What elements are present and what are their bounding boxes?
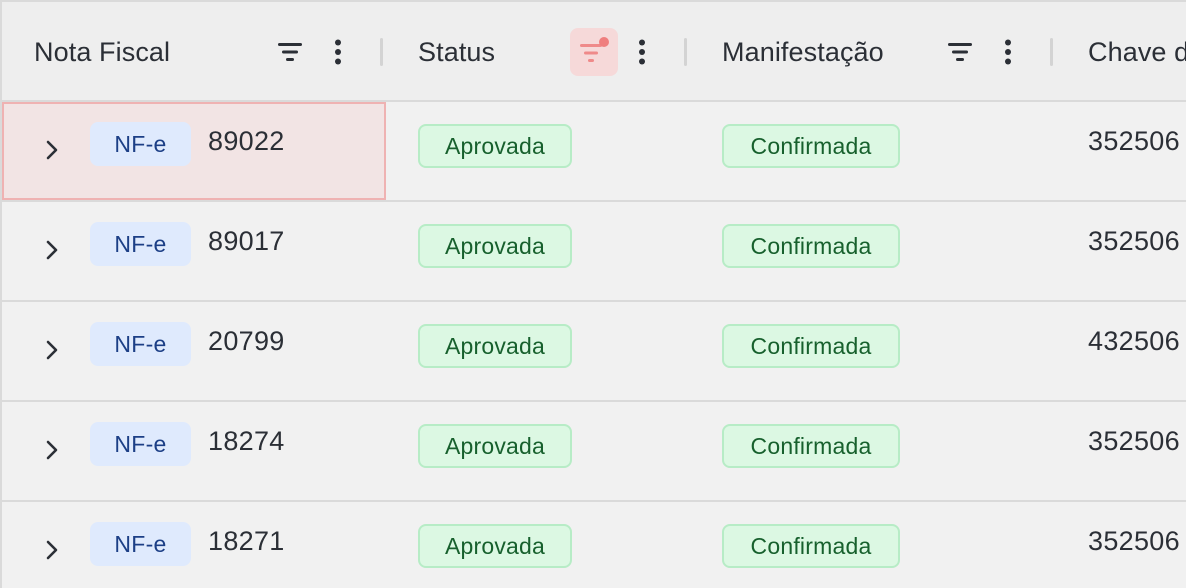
table-row[interactable]: NF-e 89022 Aprovada Confirmada 352506 (2, 102, 1186, 202)
table-row[interactable]: NF-e 20799 Aprovada Confirmada 432506 (2, 302, 1186, 402)
column-header-manifestacao[interactable]: Manifestação (722, 2, 884, 102)
column-title: Nota Fiscal (34, 36, 171, 67)
column-resize-handle[interactable] (1050, 38, 1053, 66)
doc-type-chip: NF-e (90, 322, 191, 366)
table-row[interactable]: NF-e 18271 Aprovada Confirmada 352506 (2, 502, 1186, 588)
table-row[interactable]: NF-e 89017 Aprovada Confirmada 352506 (2, 202, 1186, 302)
table-row[interactable]: NF-e 18274 Aprovada Confirmada 352506 (2, 402, 1186, 502)
chevron-right-icon[interactable] (34, 432, 70, 468)
doc-number: 20799 (208, 326, 285, 356)
doc-type-chip: NF-e (90, 422, 191, 466)
chevron-right-icon[interactable] (34, 532, 70, 568)
chave-value: 432506 (1088, 326, 1180, 356)
column-title: Chave d (1088, 36, 1186, 67)
kebab-menu-icon[interactable] (984, 28, 1032, 76)
column-resize-handle[interactable] (684, 38, 687, 66)
column-header-nota-fiscal[interactable]: Nota Fiscal (34, 2, 170, 102)
doc-type-chip: NF-e (90, 222, 191, 266)
status-badge: Aprovada (418, 224, 572, 268)
status-badge: Aprovada (418, 124, 572, 168)
filter-lines-icon[interactable] (266, 28, 314, 76)
doc-number: 89022 (208, 126, 285, 156)
column-title: Manifestação (722, 36, 884, 67)
status-badge: Aprovada (418, 524, 572, 568)
kebab-menu-icon[interactable] (314, 28, 362, 76)
column-header-chave[interactable]: Chave d (1088, 2, 1186, 102)
manifestacao-badge: Confirmada (722, 424, 900, 468)
manifestacao-badge: Confirmada (722, 524, 900, 568)
doc-type-chip: NF-e (90, 122, 191, 166)
kebab-menu-icon[interactable] (618, 28, 666, 76)
data-grid: Nota Fiscal Status Manifestação Chave d … (0, 0, 1186, 588)
filter-lines-icon[interactable] (936, 28, 984, 76)
chevron-right-icon[interactable] (34, 332, 70, 368)
status-badge: Aprovada (418, 324, 572, 368)
chave-value: 352506 (1088, 126, 1180, 156)
doc-type-chip: NF-e (90, 522, 191, 566)
column-title: Status (418, 36, 496, 67)
chave-value: 352506 (1088, 226, 1180, 256)
doc-number: 18274 (208, 426, 285, 456)
filter-active-icon[interactable] (570, 28, 618, 76)
chevron-right-icon[interactable] (34, 132, 70, 168)
header-row: Nota Fiscal Status Manifestação Chave d (2, 2, 1186, 102)
doc-number: 89017 (208, 226, 285, 256)
chave-value: 352506 (1088, 426, 1180, 456)
chevron-right-icon[interactable] (34, 232, 70, 268)
column-header-status[interactable]: Status (418, 2, 495, 102)
column-resize-handle[interactable] (380, 38, 383, 66)
manifestacao-badge: Confirmada (722, 324, 900, 368)
manifestacao-badge: Confirmada (722, 124, 900, 168)
manifestacao-badge: Confirmada (722, 224, 900, 268)
doc-number: 18271 (208, 526, 285, 556)
chave-value: 352506 (1088, 526, 1180, 556)
status-badge: Aprovada (418, 424, 572, 468)
